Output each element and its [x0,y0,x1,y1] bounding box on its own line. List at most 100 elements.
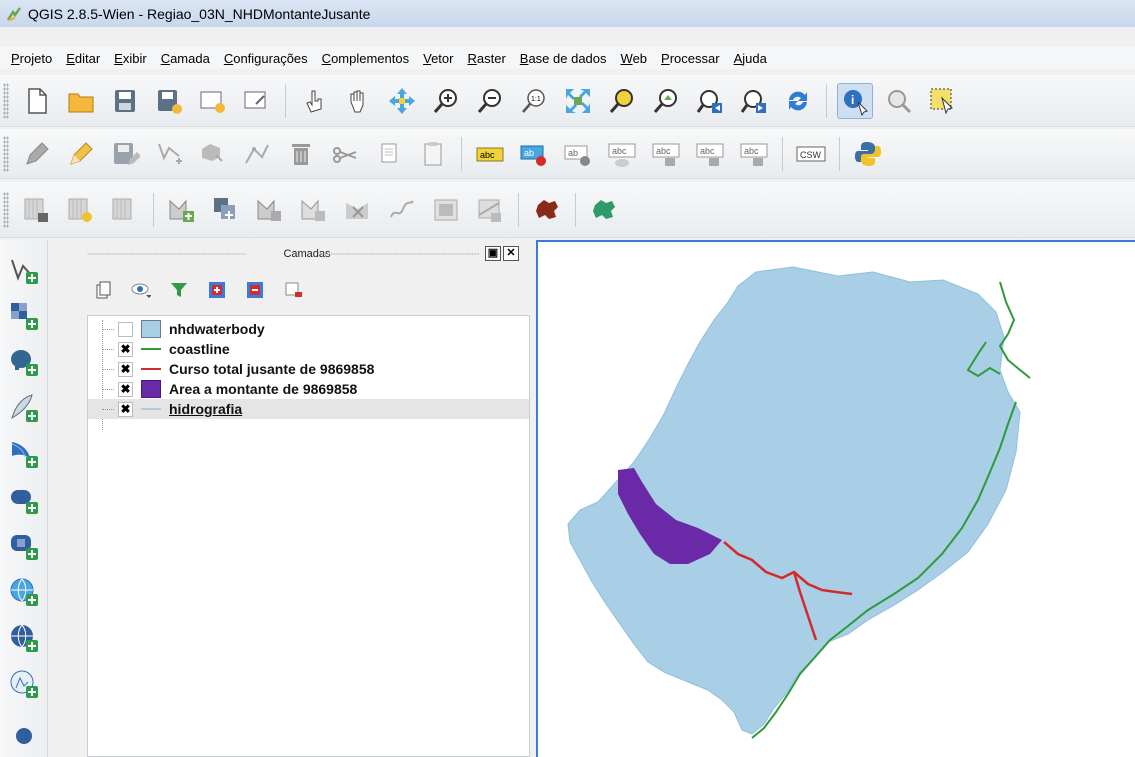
add-raster-layer-button[interactable] [7,300,41,332]
pan-map-button[interactable] [340,83,376,119]
layer-row-nhdwaterbody[interactable]: nhdwaterbody [88,319,529,339]
close-panel-button[interactable]: ✕ [503,246,519,261]
zoom-to-selection-button[interactable] [604,83,640,119]
fill-ring-button[interactable] [252,192,288,228]
float-panel-button[interactable]: ▣ [485,246,501,261]
menu-raster[interactable]: Raster [460,51,512,66]
layer-row-coastline[interactable]: ✖ coastline [88,339,529,359]
toolbar-grip[interactable] [3,191,9,228]
delete-part-button[interactable] [340,192,376,228]
menu-processar[interactable]: Processar [654,51,727,66]
copy-features-button[interactable] [371,136,407,172]
add-postgis-layer-button[interactable] [7,346,41,378]
paste-features-button[interactable] [415,136,451,172]
cut-features-button[interactable] [327,136,363,172]
new-project-button[interactable] [19,83,55,119]
add-delimited-text-layer-button[interactable] [7,668,41,700]
toolbar-grip[interactable] [3,135,9,172]
select-features-button[interactable] [925,83,961,119]
python-console-button[interactable] [850,136,886,172]
new-print-composer-button[interactable] [195,83,231,119]
add-group-button[interactable] [91,278,115,302]
menu-configuracoes[interactable]: Configurações [217,51,315,66]
save-project-button[interactable] [107,83,143,119]
pin-labels-button[interactable]: ab [516,136,552,172]
menu-exibir[interactable]: Exibir [107,51,154,66]
add-feature-button[interactable] [151,136,187,172]
move-label-button[interactable]: abc [648,136,684,172]
menu-ajuda[interactable]: Ajuda [727,51,774,66]
show-hide-labels-button[interactable]: abc [604,136,640,172]
manage-visibility-button[interactable] [129,278,153,302]
remove-layer-button[interactable] [281,278,305,302]
add-mssql-layer-button[interactable] [7,438,41,470]
advanced-digitize-2-button[interactable] [63,192,99,228]
menu-vetor[interactable]: Vetor [416,51,460,66]
panel-grip[interactable] [87,253,247,255]
highlight-pinned-labels-button[interactable]: ab [560,136,596,172]
refresh-button[interactable] [780,83,816,119]
zoom-native-button[interactable]: 1:1 [516,83,552,119]
delete-selected-button[interactable] [283,136,319,172]
toolbar-grip[interactable] [3,82,9,119]
zoom-to-layer-button[interactable] [648,83,684,119]
zoom-last-button[interactable] [692,83,728,119]
upstream-area-plugin-button[interactable] [529,192,565,228]
toggle-editing-button[interactable] [63,136,99,172]
reshape-features-button[interactable] [384,192,420,228]
add-part-button[interactable] [208,192,244,228]
menu-camada[interactable]: Camada [154,51,217,66]
advanced-digitize-3-button[interactable] [107,192,143,228]
menu-editar[interactable]: Editar [59,51,107,66]
layer-visibility-checkbox[interactable]: ✖ [118,381,133,397]
layer-visibility-checkbox[interactable] [118,321,133,337]
zoom-in-button[interactable] [428,83,464,119]
add-ring-button[interactable] [164,192,200,228]
touch-zoom-button[interactable] [296,83,332,119]
add-wcs-layer-button[interactable] [7,576,41,608]
current-edits-button[interactable] [19,136,55,172]
add-wms-layer-button[interactable] [7,530,41,562]
add-spatialite-layer-button[interactable] [7,392,41,424]
add-vector-layer-button[interactable] [7,254,41,286]
add-oracle-layer-button[interactable] [7,484,41,516]
layer-labeling-button[interactable]: abc [472,136,508,172]
zoom-full-button[interactable] [560,83,596,119]
layer-visibility-checkbox[interactable]: ✖ [118,401,133,417]
layer-visibility-checkbox[interactable]: ✖ [118,361,133,377]
zoom-next-button[interactable] [736,83,772,119]
node-tool-button[interactable] [239,136,275,172]
change-label-button[interactable]: abc [736,136,772,172]
expand-all-button[interactable] [205,278,229,302]
zoom-out-button[interactable] [472,83,508,119]
menu-complementos[interactable]: Complementos [315,51,416,66]
filter-legend-button[interactable] [167,278,191,302]
map-canvas[interactable] [536,240,1135,757]
offset-curve-button[interactable] [428,192,464,228]
composer-manager-button[interactable] [239,83,275,119]
layer-row-hidrografia[interactable]: ✖ hidrografia [88,399,529,419]
layer-row-curso-jusante[interactable]: ✖ Curso total jusante de 9869858 [88,359,529,379]
save-as-button[interactable] [151,83,187,119]
add-wfs-layer-button[interactable] [7,622,41,654]
open-project-button[interactable] [63,83,99,119]
move-feature-button[interactable] [195,136,231,172]
downstream-area-plugin-button[interactable] [586,192,622,228]
advanced-digitize-1-button[interactable] [19,192,55,228]
layer-row-area-montante[interactable]: ✖ Area a montante de 9869858 [88,379,529,399]
save-layer-edits-button[interactable] [107,136,143,172]
menu-projeto[interactable]: Projeto [4,51,59,66]
rotate-label-button[interactable]: abc [692,136,728,172]
pan-to-selection-button[interactable] [384,83,420,119]
map-tips-button[interactable] [881,83,917,119]
add-layer-partial-button[interactable] [7,714,41,746]
menu-web[interactable]: Web [614,51,655,66]
metasearch-csw-button[interactable]: CSW [793,136,829,172]
layer-visibility-checkbox[interactable]: ✖ [118,341,133,357]
identify-features-button[interactable]: i [837,82,873,119]
split-features-button[interactable] [472,192,508,228]
collapse-all-button[interactable] [243,278,267,302]
panel-grip[interactable] [321,253,479,255]
menu-base-de-dados[interactable]: Base de dados [513,51,614,66]
delete-ring-button[interactable] [296,192,332,228]
